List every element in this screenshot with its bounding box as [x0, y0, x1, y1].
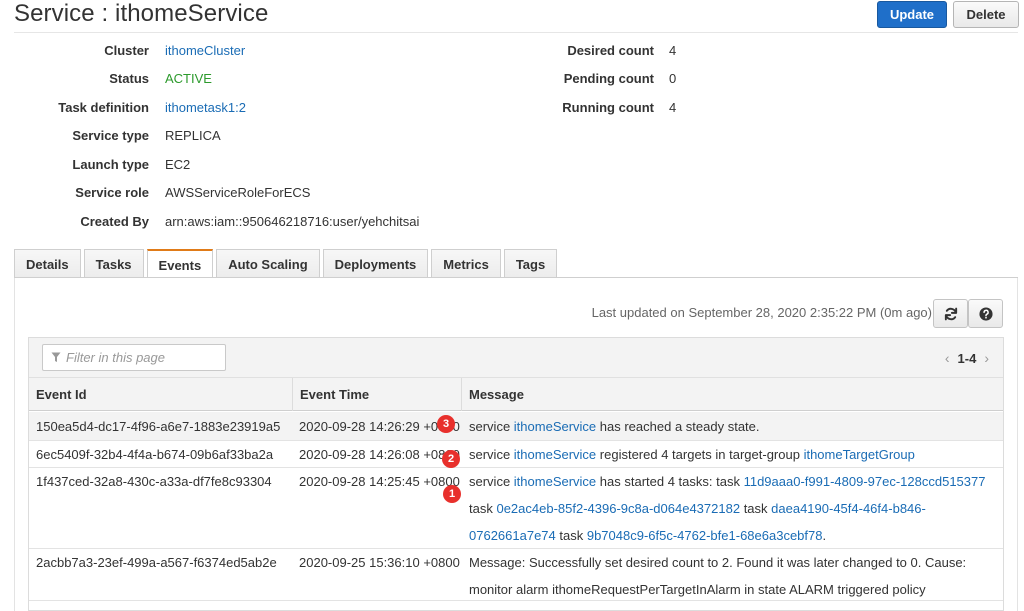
chevron-right-icon[interactable]: › — [984, 350, 989, 366]
help-icon — [978, 306, 993, 321]
filter-bar: ‹ 1-4 › — [29, 338, 1003, 378]
created-by-label: Created By — [80, 214, 149, 229]
cluster-link[interactable]: ithomeCluster — [165, 43, 245, 58]
task-definition-link[interactable]: ithometask1:2 — [165, 100, 246, 115]
tab-tags[interactable]: Tags — [503, 249, 558, 278]
pending-count-label: Pending count — [563, 71, 654, 86]
event-id: 1f437ced-32a8-430c-a33a-df7fe8c93304 — [36, 474, 272, 489]
pagination: ‹ 1-4 › — [945, 350, 989, 366]
tab-events[interactable]: Events — [146, 249, 214, 279]
desired-count-label: Desired count — [567, 43, 654, 58]
service-role-label: Service role — [75, 185, 149, 200]
tab-details[interactable]: Details — [14, 249, 81, 278]
task-link[interactable]: 11d9aaa0-f991-4809-97ec-128ccd515377 — [744, 474, 986, 489]
event-time: 2020-09-28 14:25:45 +0800 — [299, 474, 460, 489]
event-id: 2acbb7a3-23ef-499a-a567-f6374ed5ab2e — [36, 555, 277, 570]
filter-icon — [51, 352, 61, 362]
filter-field[interactable] — [42, 344, 226, 371]
chevron-left-icon[interactable]: ‹ — [945, 350, 950, 366]
annotation-badge-3: 3 — [437, 415, 455, 433]
running-count-value: 4 — [669, 100, 677, 115]
table-row: 150ea5d4-dc17-4f96-a6e7-1883e23919a5 202… — [29, 412, 1003, 441]
desired-count-value: 4 — [669, 43, 677, 58]
service-link[interactable]: ithomeService — [514, 474, 596, 489]
delete-button[interactable]: Delete — [953, 1, 1019, 28]
table-header: Event Id Event Time Message — [29, 378, 1003, 411]
pending-count-value: 0 — [669, 71, 677, 86]
event-message: Message: Successfully set desired count … — [469, 555, 967, 611]
table-row: 2acbb7a3-23ef-499a-a567-f6374ed5ab2e 202… — [29, 549, 1003, 611]
task-definition-label: Task definition — [58, 100, 149, 115]
table-row: 1f437ced-32a8-430c-a33a-df7fe8c93304 202… — [29, 468, 1003, 549]
column-header-event-id[interactable]: Event Id — [29, 378, 293, 411]
last-updated-text: Last updated on September 28, 2020 2:35:… — [591, 305, 932, 320]
message-text: service — [469, 419, 514, 434]
status-value: ACTIVE — [165, 71, 212, 86]
cluster-label: Cluster — [104, 43, 149, 58]
column-header-event-time[interactable]: Event Time — [293, 378, 462, 411]
event-time: 2020-09-25 15:36:10 +0800 — [299, 555, 460, 570]
service-role-value: AWSServiceRoleForECS — [165, 185, 311, 200]
events-table: ‹ 1-4 › Event Id Event Time Message 150e… — [28, 337, 1004, 611]
launch-type-value: EC2 — [165, 157, 191, 172]
title-divider — [14, 32, 1018, 33]
status-label: Status — [109, 71, 149, 86]
update-button[interactable]: Update — [877, 1, 947, 28]
page-title: Service : ithomeService — [14, 0, 269, 27]
tab-tasks[interactable]: Tasks — [83, 249, 144, 278]
column-header-message[interactable]: Message — [462, 378, 1002, 411]
event-message: service ithomeService registered 4 targe… — [469, 441, 997, 468]
page-range: 1-4 — [957, 350, 977, 366]
tab-bar: Details Tasks Events Auto Scaling Deploy… — [14, 249, 560, 279]
annotation-badge-1: 1 — [443, 485, 461, 503]
table-row: 6ec5409f-32b4-4f4a-b674-09b6af33ba2a 202… — [29, 441, 1003, 468]
message-text: registered 4 targets in target-group — [596, 447, 804, 462]
message-text: service — [469, 447, 514, 462]
launch-type-label: Launch type — [72, 157, 149, 172]
created-by-value: arn:aws:iam::950646218716:user/yehchitsa… — [165, 214, 420, 229]
message-text: task — [740, 501, 772, 516]
message-text: task — [555, 528, 587, 543]
service-type-label: Service type — [72, 128, 149, 143]
event-id: 6ec5409f-32b4-4f4a-b674-09b6af33ba2a — [36, 447, 274, 462]
tab-deployments[interactable]: Deployments — [322, 249, 429, 278]
tab-auto-scaling[interactable]: Auto Scaling — [216, 249, 320, 278]
annotation-badge-2: 2 — [442, 450, 460, 468]
message-text: has started 4 tasks: task — [596, 474, 744, 489]
help-button[interactable] — [968, 299, 1003, 328]
message-text: . — [822, 528, 827, 543]
tab-metrics[interactable]: Metrics — [431, 249, 501, 278]
service-type-value: REPLICA — [165, 128, 221, 143]
filter-input[interactable] — [66, 350, 216, 365]
task-link[interactable]: 9b7048c9-6f5c-4762-bfe1-68e6a3cebf78 — [587, 528, 823, 543]
event-id: 150ea5d4-dc17-4f96-a6e7-1883e23919a5 — [36, 419, 281, 434]
message-text: service — [469, 474, 514, 489]
event-time: 2020-09-28 14:26:08 +0800 — [299, 447, 460, 462]
running-count-label: Running count — [562, 100, 654, 115]
refresh-icon — [944, 307, 957, 320]
service-link[interactable]: ithomeService — [514, 419, 596, 434]
service-link[interactable]: ithomeService — [514, 447, 596, 462]
task-link[interactable]: 0e2ac4eb-85f2-4396-9c8a-d064e4372182 — [496, 501, 740, 516]
event-message: service ithomeService has started 4 task… — [469, 468, 997, 549]
message-text: task — [469, 501, 497, 516]
refresh-button[interactable] — [933, 299, 968, 328]
target-group-link[interactable]: ithomeTargetGroup — [804, 447, 915, 462]
event-message: service ithomeService has reached a stea… — [469, 412, 997, 441]
message-text: has reached a steady state. — [596, 419, 760, 434]
